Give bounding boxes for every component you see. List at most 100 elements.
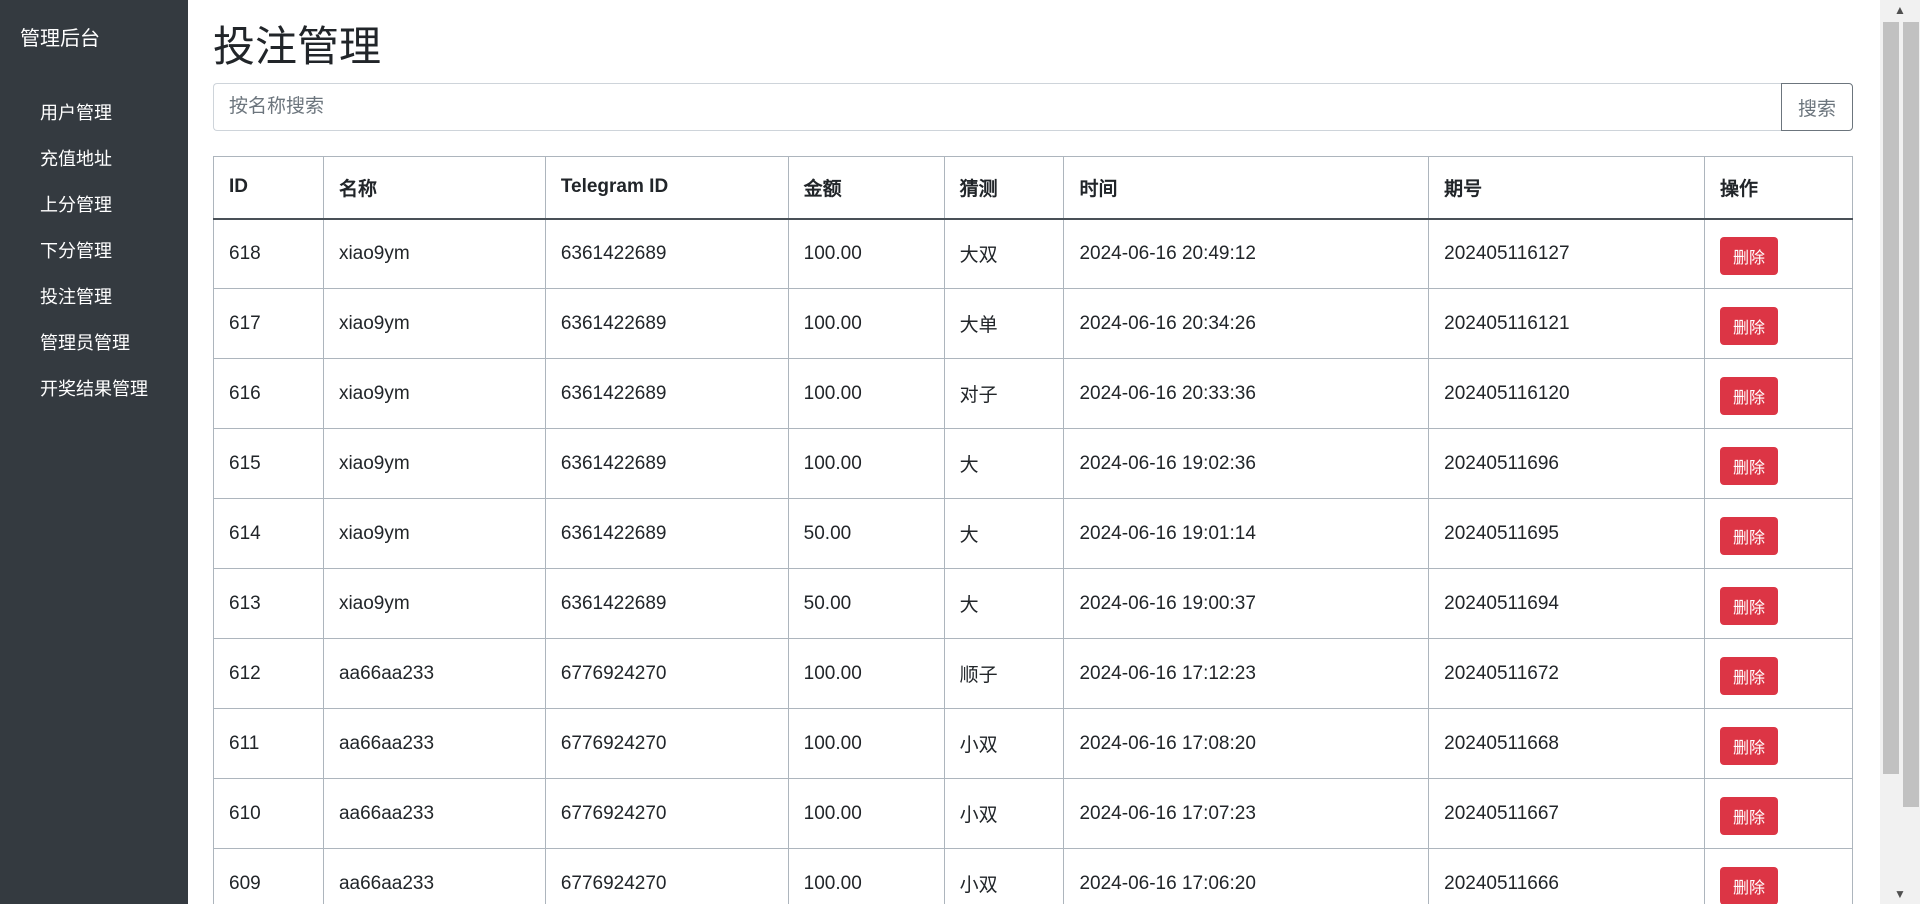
cell-telegram-id: 6361422689 — [544, 358, 789, 429]
cell-issue: 20240511666 — [1428, 848, 1705, 904]
delete-button[interactable]: 删除 — [1720, 236, 1778, 275]
cell-id: 609 — [213, 848, 324, 904]
cell-guess: 小双 — [943, 708, 1065, 779]
cell-issue: 20240511694 — [1428, 568, 1705, 639]
cell-name: aa66aa233 — [322, 638, 546, 709]
cell-id: 616 — [213, 358, 324, 429]
sidebar-item-credit-down[interactable]: 下分管理 — [0, 231, 188, 277]
brand-title: 管理后台 — [20, 28, 100, 50]
cell-actions: 删除 — [1704, 358, 1853, 429]
table-row: 610 aa66aa233 6776924270 100.00 小双 2024-06-16… — [213, 778, 1853, 849]
sidebar-item-admins[interactable]: 管理员管理 — [0, 323, 188, 369]
search-bar: 搜索 — [213, 83, 1853, 131]
table-row: 613 xiao9ym 6361422689 50.00 大 2024-06-16 19:… — [213, 568, 1853, 639]
cell-issue: 20240511668 — [1428, 708, 1705, 779]
cell-time: 2024-06-16 20:34:26 — [1063, 288, 1430, 359]
cell-amount: 100.00 — [787, 288, 945, 359]
cell-time: 2024-06-16 17:06:20 — [1063, 848, 1430, 904]
cell-guess: 对子 — [943, 358, 1065, 429]
cell-telegram-id: 6776924270 — [544, 848, 789, 904]
cell-actions: 删除 — [1704, 708, 1853, 779]
scroll-track[interactable] — [1881, 20, 1919, 884]
table-row: 611 aa66aa233 6776924270 100.00 小双 2024-06-16… — [213, 708, 1853, 779]
table-header-row: ID 名称 Telegram ID 金额 猜测 时间 期号 操作 — [213, 156, 1853, 220]
cell-issue: 20240511672 — [1428, 638, 1705, 709]
cell-id: 611 — [213, 708, 324, 779]
cell-name: xiao9ym — [322, 568, 546, 639]
header-id: ID — [213, 156, 324, 220]
table-row: 614 xiao9ym 6361422689 50.00 大 2024-06-16 19:… — [213, 498, 1853, 569]
scroll-thumb-secondary[interactable] — [1903, 22, 1919, 807]
cell-actions: 删除 — [1704, 218, 1853, 289]
bets-table: ID 名称 Telegram ID 金额 猜测 时间 期号 操作 618 xiao… — [213, 156, 1853, 904]
header-name: 名称 — [322, 156, 546, 220]
delete-button[interactable]: 删除 — [1720, 796, 1778, 835]
bets-table-wrapper: ID 名称 Telegram ID 金额 猜测 时间 期号 操作 618 xiao… — [213, 156, 1853, 904]
cell-guess: 大 — [943, 498, 1065, 569]
cell-time: 2024-06-16 17:08:20 — [1063, 708, 1430, 779]
cell-guess: 小双 — [943, 848, 1065, 904]
cell-name: aa66aa233 — [322, 848, 546, 904]
cell-amount: 50.00 — [787, 568, 945, 639]
scroll-down-arrow-icon[interactable]: ▼ — [1880, 884, 1920, 904]
sidebar: 管理后台 用户管理 充值地址 上分管理 下分管理 投注管理 管理员管理 开奖结果… — [0, 0, 188, 904]
table-row: 616 xiao9ym 6361422689 100.00 对子 2024-06-16 2… — [213, 358, 1853, 429]
delete-button[interactable]: 删除 — [1720, 376, 1778, 415]
cell-actions: 删除 — [1704, 428, 1853, 499]
cell-telegram-id: 6361422689 — [544, 288, 789, 359]
cell-name: aa66aa233 — [322, 708, 546, 779]
header-guess: 猜测 — [943, 156, 1065, 220]
cell-time: 2024-06-16 20:49:12 — [1063, 218, 1430, 289]
sidebar-item-users[interactable]: 用户管理 — [0, 93, 188, 139]
cell-id: 612 — [213, 638, 324, 709]
cell-issue: 20240511696 — [1428, 428, 1705, 499]
table-row: 615 xiao9ym 6361422689 100.00 大 2024-06-16 19… — [213, 428, 1853, 499]
cell-actions: 删除 — [1704, 638, 1853, 709]
scroll-up-arrow-icon[interactable]: ▲ — [1880, 0, 1920, 20]
cell-id: 615 — [213, 428, 324, 499]
cell-guess: 小双 — [943, 778, 1065, 849]
cell-name: xiao9ym — [322, 358, 546, 429]
search-input[interactable] — [213, 83, 1781, 131]
cell-name: xiao9ym — [322, 288, 546, 359]
sidebar-item-bets[interactable]: 投注管理 — [0, 277, 188, 323]
sidebar-item-credit-up[interactable]: 上分管理 — [0, 185, 188, 231]
cell-amount: 100.00 — [787, 218, 945, 289]
cell-issue: 202405116120 — [1428, 358, 1705, 429]
cell-time: 2024-06-16 17:12:23 — [1063, 638, 1430, 709]
cell-amount: 50.00 — [787, 498, 945, 569]
delete-button[interactable]: 删除 — [1720, 446, 1778, 485]
delete-button[interactable]: 删除 — [1720, 726, 1778, 765]
cell-guess: 大 — [943, 428, 1065, 499]
sidebar-item-draw-results[interactable]: 开奖结果管理 — [0, 369, 188, 415]
delete-button[interactable]: 删除 — [1720, 866, 1778, 904]
scroll-thumb[interactable] — [1883, 22, 1899, 774]
delete-button[interactable]: 删除 — [1720, 586, 1778, 625]
cell-time: 2024-06-16 20:33:36 — [1063, 358, 1430, 429]
cell-name: xiao9ym — [322, 218, 546, 289]
delete-button[interactable]: 删除 — [1720, 306, 1778, 345]
header-actions: 操作 — [1704, 156, 1853, 220]
cell-id: 610 — [213, 778, 324, 849]
page-scrollbar[interactable]: ▲ ▼ — [1880, 0, 1920, 904]
cell-id: 613 — [213, 568, 324, 639]
cell-actions: 删除 — [1704, 848, 1853, 904]
cell-guess: 大双 — [943, 218, 1065, 289]
cell-guess: 大 — [943, 568, 1065, 639]
table-row: 617 xiao9ym 6361422689 100.00 大单 2024-06-16 2… — [213, 288, 1853, 359]
cell-actions: 删除 — [1704, 288, 1853, 359]
delete-button[interactable]: 删除 — [1720, 656, 1778, 695]
cell-issue: 202405116127 — [1428, 218, 1705, 289]
cell-issue: 20240511667 — [1428, 778, 1705, 849]
sidebar-item-recharge-address[interactable]: 充值地址 — [0, 139, 188, 185]
cell-actions: 删除 — [1704, 568, 1853, 639]
search-button[interactable]: 搜索 — [1781, 83, 1853, 131]
table-row: 609 aa66aa233 6776924270 100.00 小双 2024-06-16… — [213, 848, 1853, 904]
cell-amount: 100.00 — [787, 358, 945, 429]
cell-name: xiao9ym — [322, 498, 546, 569]
cell-time: 2024-06-16 19:02:36 — [1063, 428, 1430, 499]
table-body: 618 xiao9ym 6361422689 100.00 大双 2024-06-16 2… — [213, 218, 1853, 904]
delete-button[interactable]: 删除 — [1720, 516, 1778, 555]
cell-amount: 100.00 — [787, 848, 945, 904]
cell-guess: 顺子 — [943, 638, 1065, 709]
